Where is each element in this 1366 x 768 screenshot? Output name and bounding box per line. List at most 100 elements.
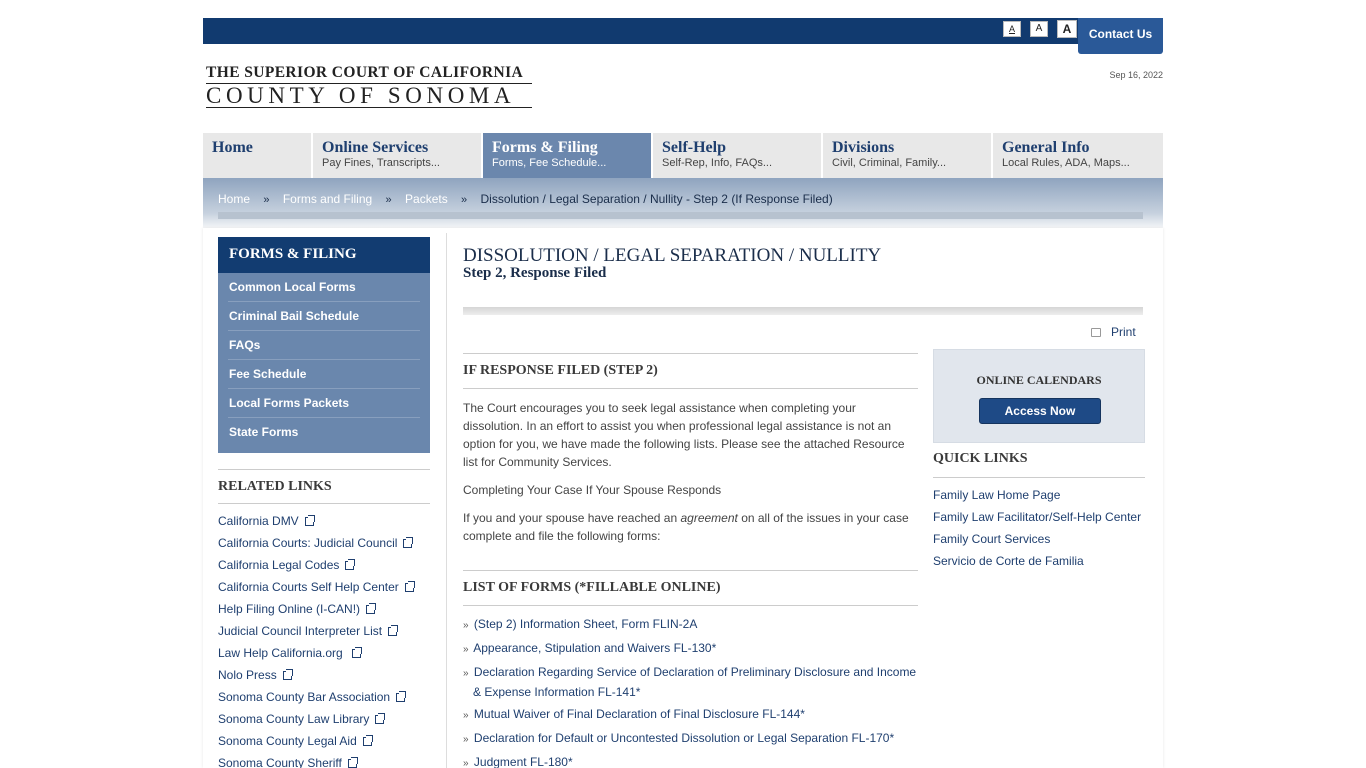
list-item: » Declaration for Default or Uncontested… xyxy=(463,729,918,749)
nav-home[interactable]: Home xyxy=(203,133,313,178)
related-link[interactable]: Help Filing Online (I-CAN!) xyxy=(218,601,430,623)
related-link-label: California Legal Codes xyxy=(218,558,340,572)
bullet: » xyxy=(463,620,469,631)
external-link-icon xyxy=(351,647,362,658)
forms-filing-menu: FORMS & FILING Common Local Forms Crimin… xyxy=(218,237,430,453)
quick-link[interactable]: Family Court Services xyxy=(933,531,1145,553)
breadcrumb-home[interactable]: Home xyxy=(218,192,250,206)
related-link[interactable]: Judicial Council Interpreter List xyxy=(218,623,430,645)
form-link[interactable]: Declaration Regarding Service of Declara… xyxy=(473,665,916,699)
related-links-list: California DMV California Courts: Judici… xyxy=(218,513,430,768)
form-link[interactable]: (Step 2) Information Sheet, Form FLIN-2A xyxy=(474,617,697,631)
list-item: » Declaration Regarding Service of Decla… xyxy=(463,663,918,701)
related-link[interactable]: Sonoma County Law Library xyxy=(218,711,430,733)
list-item: » Appearance, Stipulation and Waivers FL… xyxy=(463,639,918,659)
menu-item-fee-schedule[interactable]: Fee Schedule xyxy=(228,360,420,389)
list-item: » Judgment FL-180* xyxy=(463,753,918,768)
breadcrumb-separator: » xyxy=(385,194,392,206)
bullet: » xyxy=(463,644,469,655)
current-date: Sep 16, 2022 xyxy=(1109,70,1163,80)
form-link[interactable]: Mutual Waiver of Final Declaration of Fi… xyxy=(474,707,805,721)
breadcrumb-forms-and-filing[interactable]: Forms and Filing xyxy=(283,192,372,206)
external-link-icon xyxy=(347,757,358,768)
menu-item-local-forms-packets[interactable]: Local Forms Packets xyxy=(228,389,420,418)
external-link-icon xyxy=(282,669,293,680)
related-link[interactable]: Nolo Press xyxy=(218,667,430,689)
related-link-label: Law Help California.org xyxy=(218,646,343,660)
breadcrumb-separator: » xyxy=(263,194,270,206)
breadcrumb-packets[interactable]: Packets xyxy=(405,192,448,206)
external-link-icon xyxy=(404,581,415,592)
related-link-label: California Courts: Judicial Council xyxy=(218,536,398,550)
contact-us-button[interactable]: Contact Us xyxy=(1078,18,1163,54)
online-calendars-box: ONLINE CALENDARS Access Now xyxy=(933,349,1145,443)
related-link-label: Judicial Council Interpreter List xyxy=(218,624,383,638)
print-label: Print xyxy=(1111,325,1136,339)
nav-title: Home xyxy=(212,139,253,156)
quick-links-list: Family Law Home Page Family Law Facilita… xyxy=(933,487,1145,575)
nav-subtitle: Forms, Fee Schedule... xyxy=(492,157,607,169)
nav-title: Self-Help xyxy=(662,139,726,156)
form-link[interactable]: Declaration for Default or Uncontested D… xyxy=(474,731,894,745)
quick-link[interactable]: Servicio de Corte de Familia xyxy=(933,553,1145,575)
related-link[interactable]: California Courts Self Help Center xyxy=(218,579,430,601)
nav-title: Online Services xyxy=(322,139,429,156)
menu-item-common-local-forms[interactable]: Common Local Forms xyxy=(228,273,420,302)
access-now-button[interactable]: Access Now xyxy=(979,398,1101,424)
related-links: RELATED LINKS California DMV California … xyxy=(218,469,430,768)
quick-links: QUICK LINKS Family Law Home Page Family … xyxy=(933,443,1145,575)
related-link[interactable]: Law Help California.org xyxy=(218,645,430,667)
related-link[interactable]: California Courts: Judicial Council xyxy=(218,535,430,557)
top-bar: A A A Contact Us xyxy=(203,18,1163,54)
menu-item-state-forms[interactable]: State Forms xyxy=(228,418,420,447)
related-link[interactable]: Sonoma County Legal Aid xyxy=(218,733,430,755)
nav-forms-filing[interactable]: Forms & Filing Forms, Fee Schedule... xyxy=(483,133,653,178)
menu-item-criminal-bail-schedule[interactable]: Criminal Bail Schedule xyxy=(228,302,420,331)
related-link-label: Sonoma County Sheriff xyxy=(218,756,342,768)
external-link-icon xyxy=(388,625,399,636)
external-link-icon xyxy=(345,559,356,570)
list-item: » Mutual Waiver of Final Declaration of … xyxy=(463,705,918,725)
related-link[interactable]: California Legal Codes xyxy=(218,557,430,579)
related-links-title: RELATED LINKS xyxy=(218,469,430,504)
external-link-icon xyxy=(403,537,414,548)
nav-divisions[interactable]: Divisions Civil, Criminal, Family... xyxy=(823,133,993,178)
nav-subtitle: Local Rules, ADA, Maps... xyxy=(1002,157,1130,169)
print-link[interactable]: Print xyxy=(1091,325,1136,339)
bullet: » xyxy=(463,758,469,768)
completing-case-text: Completing Your Case If Your Spouse Resp… xyxy=(463,483,722,497)
related-link-label: Sonoma County Legal Aid xyxy=(218,734,357,748)
intro-paragraph: The Court encourages you to seek legal a… xyxy=(463,401,905,469)
menu-item-faqs[interactable]: FAQs xyxy=(228,331,420,360)
related-link[interactable]: Sonoma County Sheriff xyxy=(218,755,430,768)
quick-link[interactable]: Family Law Home Page xyxy=(933,487,1145,509)
nav-subtitle: Self-Rep, Info, FAQs... xyxy=(662,157,773,169)
nav-online-services[interactable]: Online Services Pay Fines, Transcripts..… xyxy=(313,133,483,178)
quick-link[interactable]: Family Law Facilitator/Self-Help Center xyxy=(933,509,1145,531)
response-filed-heading: IF RESPONSE FILED (STEP 2) xyxy=(463,353,918,389)
list-item: » (Step 2) Information Sheet, Form FLIN-… xyxy=(463,615,918,635)
font-size-small-button[interactable]: A xyxy=(1003,21,1021,37)
nav-general-info[interactable]: General Info Local Rules, ADA, Maps... xyxy=(993,133,1163,178)
nav-self-help[interactable]: Self-Help Self-Rep, Info, FAQs... xyxy=(653,133,823,178)
forms-list: » (Step 2) Information Sheet, Form FLIN-… xyxy=(463,615,918,768)
forms-filing-menu-title: FORMS & FILING xyxy=(218,237,430,273)
breadcrumb-rule xyxy=(218,212,1143,219)
court-logo[interactable]: THE SUPERIOR COURT OF CALIFORNIA COUNTY … xyxy=(206,64,536,112)
nav-title: Divisions xyxy=(832,139,895,156)
font-size-large-button[interactable]: A xyxy=(1057,20,1077,38)
related-link[interactable]: California DMV xyxy=(218,513,430,535)
related-link-label: California DMV xyxy=(218,514,299,528)
nav-subtitle: Civil, Criminal, Family... xyxy=(832,157,947,169)
font-size-medium-button[interactable]: A xyxy=(1030,21,1048,37)
page-title: DISSOLUTION / LEGAL SEPARATION / NULLITY xyxy=(463,245,882,266)
nav-title: Forms & Filing xyxy=(492,139,598,156)
page-subtitle: Step 2, Response Filed xyxy=(463,265,607,281)
related-link[interactable]: Sonoma County Bar Association xyxy=(218,689,430,711)
form-link[interactable]: Appearance, Stipulation and Waivers FL-1… xyxy=(473,641,716,655)
external-link-icon xyxy=(366,603,377,614)
related-link-label: California Courts Self Help Center xyxy=(218,580,399,594)
external-link-icon xyxy=(396,691,407,702)
form-link[interactable]: Judgment FL-180* xyxy=(474,755,573,768)
related-link-label: Sonoma County Bar Association xyxy=(218,690,391,704)
